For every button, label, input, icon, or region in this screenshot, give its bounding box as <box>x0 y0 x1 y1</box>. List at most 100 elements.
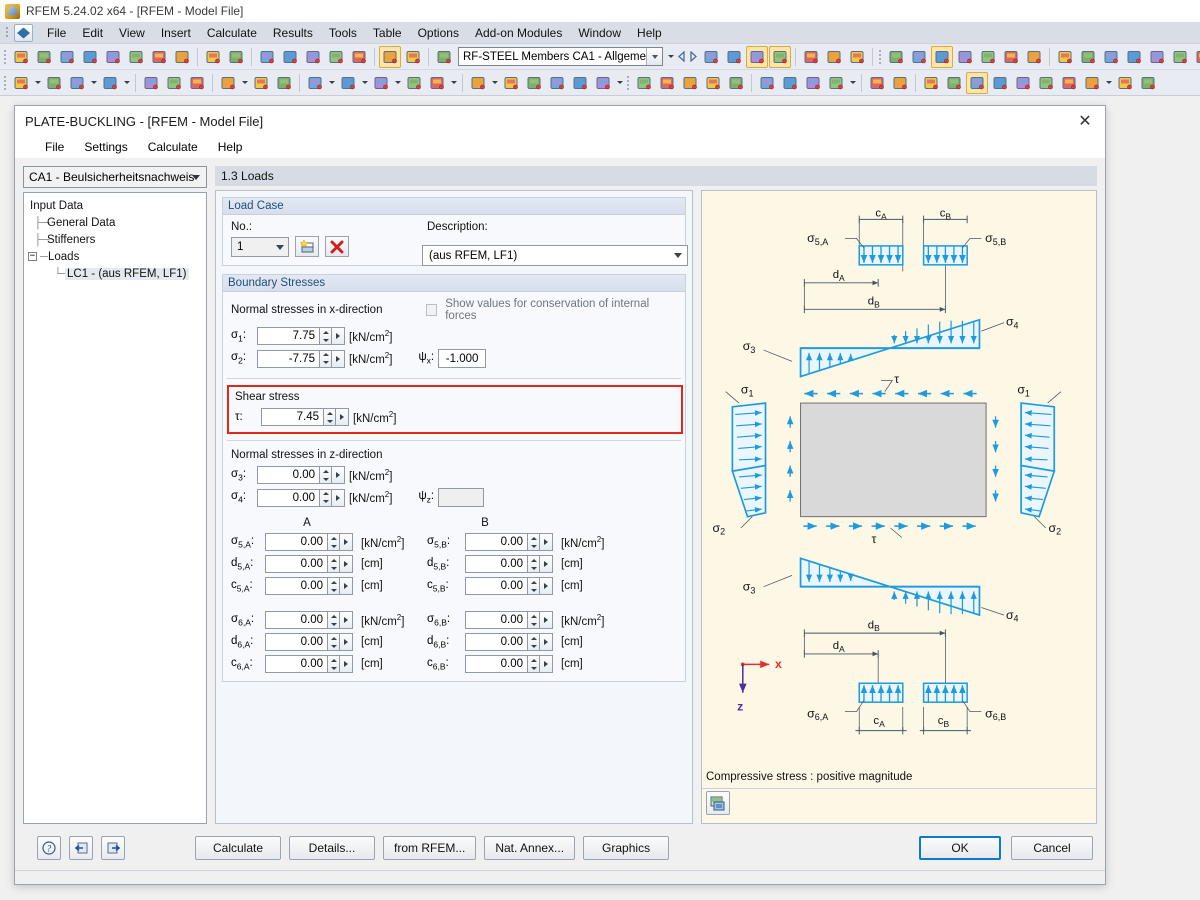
toolbar-dropdown-arrow-icon[interactable] <box>393 72 402 94</box>
toolbar-button[interactable] <box>433 46 455 68</box>
row-spinner-a[interactable] <box>327 577 340 595</box>
row-spinner-b[interactable] <box>527 655 540 673</box>
toolbar-button[interactable] <box>723 46 745 68</box>
row-field-b[interactable] <box>465 655 527 673</box>
toolbar-button[interactable] <box>954 46 976 68</box>
row-input-b[interactable] <box>465 633 553 651</box>
design-case-combo[interactable]: CA1 - Beulsicherheitsnachweis <box>23 166 207 188</box>
chevron-down-icon[interactable] <box>646 48 662 65</box>
row-more-a-icon[interactable] <box>340 533 353 551</box>
toolbar-dropdown-arrow-icon[interactable] <box>122 72 131 94</box>
ok-button[interactable]: OK <box>919 836 1001 860</box>
next-page-icon[interactable] <box>101 836 125 860</box>
toolbar-button[interactable] <box>225 46 247 68</box>
toolbar-dropdown-arrow-icon[interactable] <box>33 72 42 94</box>
toolbar-button[interactable] <box>163 72 185 94</box>
toolbar-button[interactable] <box>1023 46 1045 68</box>
row-input-a[interactable] <box>265 533 353 551</box>
toolbar-button[interactable] <box>148 46 170 68</box>
toolbar-button[interactable] <box>102 46 124 68</box>
sigma2-input[interactable] <box>257 349 345 368</box>
tree-item-general-data[interactable]: ├─ General Data <box>28 214 204 231</box>
row-spinner-a[interactable] <box>327 533 340 551</box>
toolbar-button[interactable] <box>467 72 489 94</box>
tree-item-input-data[interactable]: Input Data <box>28 197 204 214</box>
cancel-button[interactable]: Cancel <box>1011 836 1093 860</box>
dialog-menu-calculate[interactable]: Calculate <box>138 138 208 156</box>
graphic-export-icon[interactable] <box>706 791 730 815</box>
toolbar-button[interactable] <box>1146 46 1168 68</box>
sigma3-spinner[interactable] <box>319 466 332 484</box>
toolbar-button[interactable] <box>10 72 32 94</box>
menu-edit[interactable]: Edit <box>74 23 111 43</box>
from-rfem-button[interactable]: from RFEM... <box>383 836 477 860</box>
toolbar-button[interactable] <box>866 72 888 94</box>
toolbar-button[interactable] <box>186 72 208 94</box>
load-case-no-combo[interactable]: 1 <box>231 236 289 257</box>
toolbar-dropdown-arrow-icon[interactable] <box>327 72 336 94</box>
sigma4-input[interactable] <box>257 488 345 507</box>
toolbar-button[interactable] <box>140 72 162 94</box>
row-input-a[interactable] <box>265 633 353 651</box>
row-field-b[interactable] <box>465 577 527 595</box>
menu-calculate[interactable]: Calculate <box>199 23 265 43</box>
toolbar-button[interactable] <box>348 46 370 68</box>
row-field-a[interactable] <box>265 533 327 551</box>
details-button[interactable]: Details... <box>289 836 375 860</box>
toolbar-button[interactable] <box>846 46 868 68</box>
toolbar-button[interactable] <box>633 72 655 94</box>
toolbar-button[interactable] <box>304 72 326 94</box>
row-more-a-icon[interactable] <box>340 655 353 673</box>
sigma1-input[interactable] <box>257 327 345 345</box>
menubar-grip-icon[interactable] <box>4 25 12 41</box>
row-more-a-icon[interactable] <box>340 555 353 573</box>
toolbar-button[interactable] <box>171 46 193 68</box>
row-input-b[interactable] <box>465 555 553 573</box>
toolbar-button[interactable] <box>1169 46 1191 68</box>
toolbar-button[interactable] <box>66 72 88 94</box>
rfem-menu-icon[interactable] <box>14 23 33 42</box>
toolbar-grip-icon[interactable] <box>625 74 632 92</box>
toolbar-button[interactable] <box>1100 46 1122 68</box>
calculate-button[interactable]: Calculate <box>195 836 281 860</box>
menu-file[interactable]: File <box>39 23 74 43</box>
dialog-menu-help[interactable]: Help <box>208 138 253 156</box>
row-field-b[interactable] <box>465 633 527 651</box>
toolbar-button[interactable] <box>656 72 678 94</box>
toolbar-button[interactable] <box>569 72 591 94</box>
sigma1-more-icon[interactable] <box>332 327 345 345</box>
toolbar-next-icon[interactable] <box>688 47 699 67</box>
row-spinner-a[interactable] <box>327 611 340 629</box>
toolbar-grip-icon[interactable] <box>877 48 884 66</box>
chevron-down-icon[interactable] <box>674 253 682 258</box>
row-spinner-b[interactable] <box>527 611 540 629</box>
tree-item-loads[interactable]: − ─ Loads <box>28 248 204 265</box>
sigma2-field[interactable] <box>257 349 319 368</box>
row-field-b[interactable] <box>465 611 527 629</box>
toolbar-dropdown-arrow-icon[interactable] <box>240 72 249 94</box>
row-field-a[interactable] <box>265 633 327 651</box>
menu-help[interactable]: Help <box>629 23 670 43</box>
row-input-b[interactable] <box>465 611 553 629</box>
tau-field[interactable] <box>261 408 323 426</box>
toolbar-button[interactable] <box>702 72 724 94</box>
toolbar-dropdown-arrow-icon[interactable] <box>1104 72 1113 94</box>
dialog-menu-file[interactable]: File <box>35 138 74 156</box>
description-combo[interactable]: (aus RFEM, LF1) <box>422 245 688 266</box>
sigma3-field[interactable] <box>257 466 319 484</box>
row-field-a[interactable] <box>265 577 327 595</box>
row-spinner-b[interactable] <box>527 555 540 573</box>
row-spinner-a[interactable] <box>327 655 340 673</box>
collapse-toggle-icon[interactable]: − <box>28 252 37 261</box>
toolbar-button[interactable] <box>779 72 801 94</box>
row-more-a-icon[interactable] <box>340 611 353 629</box>
toolbar-button[interactable] <box>746 45 768 68</box>
toolbar-button[interactable] <box>1081 72 1103 94</box>
toolbar-button[interactable] <box>403 72 425 94</box>
row-more-a-icon[interactable] <box>340 633 353 651</box>
toolbar-button[interactable] <box>202 46 224 68</box>
toolbar-button[interactable] <box>125 46 147 68</box>
row-spinner-b[interactable] <box>527 533 540 551</box>
toolbar-dropdown-arrow-icon[interactable] <box>449 72 458 94</box>
toolbar-button[interactable] <box>426 72 448 94</box>
